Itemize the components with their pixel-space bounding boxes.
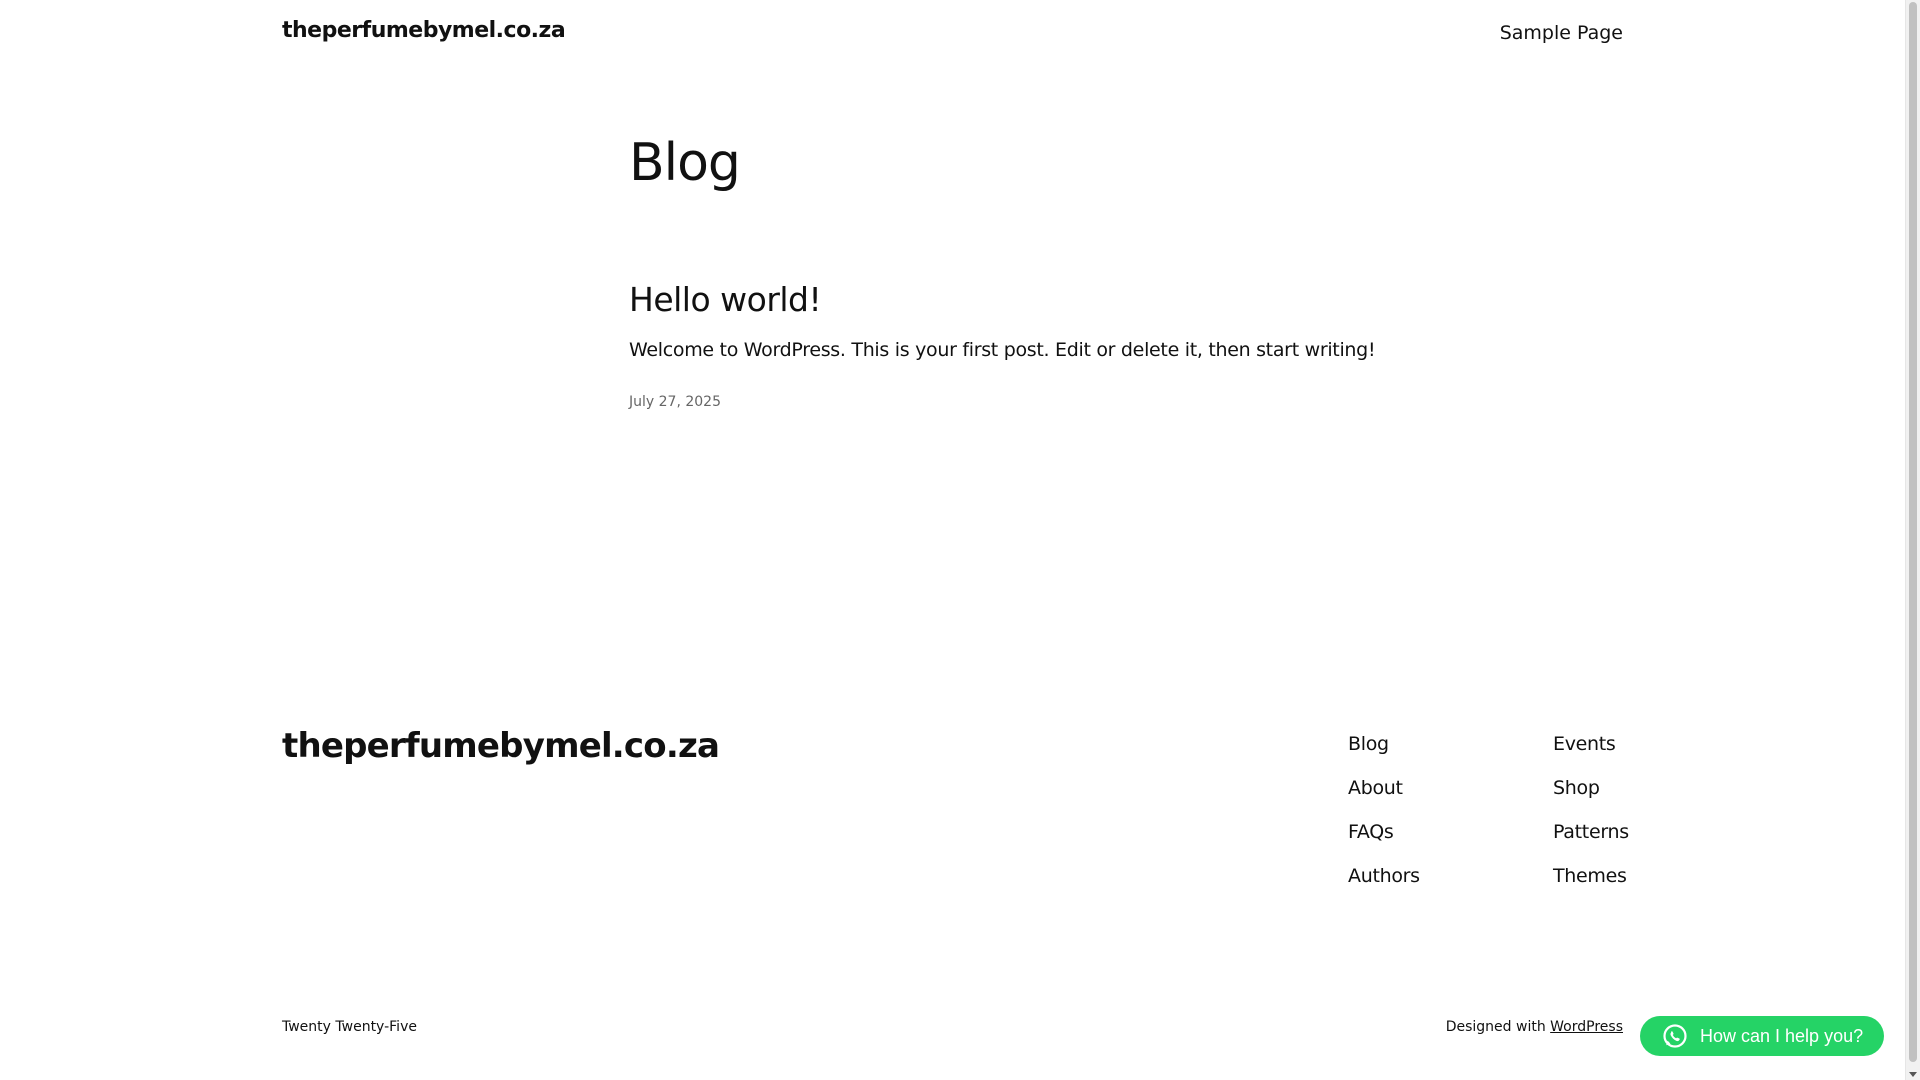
footer-link-themes[interactable]: Themes bbox=[1553, 862, 1629, 906]
footer-credit: Designed with WordPress bbox=[1446, 1019, 1623, 1035]
nav-link-sample-page[interactable]: Sample Page bbox=[1500, 22, 1623, 44]
vertical-scrollbar[interactable] bbox=[1905, 0, 1920, 1080]
footer-link-patterns[interactable]: Patterns bbox=[1553, 818, 1629, 862]
footer-nav-column-1: Blog About FAQs Authors bbox=[1348, 730, 1420, 906]
page: theperfumebymel.co.za Sample Page Blog H… bbox=[0, 0, 1905, 1080]
footer-link-events[interactable]: Events bbox=[1553, 730, 1629, 774]
scroll-down-arrow-icon[interactable] bbox=[1909, 1072, 1917, 1077]
footer-link-shop[interactable]: Shop bbox=[1553, 774, 1629, 818]
post-date-link[interactable]: July 27, 2025 bbox=[629, 394, 721, 410]
footer-theme-name: Twenty Twenty-Five bbox=[282, 1019, 417, 1035]
post-excerpt: Welcome to WordPress. This is your first… bbox=[629, 339, 1376, 361]
page-title: Blog bbox=[629, 133, 741, 193]
footer-link-faqs[interactable]: FAQs bbox=[1348, 818, 1420, 862]
wordpress-link[interactable]: WordPress bbox=[1550, 1019, 1623, 1035]
footer-link-about[interactable]: About bbox=[1348, 774, 1420, 818]
footer-link-blog[interactable]: Blog bbox=[1348, 730, 1420, 774]
scrollbar-thumb[interactable] bbox=[1909, 2, 1917, 1062]
footer-nav-column-2: Events Shop Patterns Themes bbox=[1553, 730, 1629, 906]
post-title-link[interactable]: Hello world! bbox=[629, 280, 822, 319]
whatsapp-chat-button[interactable]: How can I help you? bbox=[1640, 1016, 1884, 1056]
whatsapp-icon bbox=[1662, 1023, 1688, 1049]
footer-link-authors[interactable]: Authors bbox=[1348, 862, 1420, 906]
footer-credit-prefix: Designed with bbox=[1445, 1019, 1546, 1035]
whatsapp-button-label: How can I help you? bbox=[1700, 1025, 1864, 1046]
site-title-link[interactable]: theperfumebymel.co.za bbox=[282, 18, 566, 43]
footer-site-title-link[interactable]: theperfumebymel.co.za bbox=[282, 726, 720, 766]
